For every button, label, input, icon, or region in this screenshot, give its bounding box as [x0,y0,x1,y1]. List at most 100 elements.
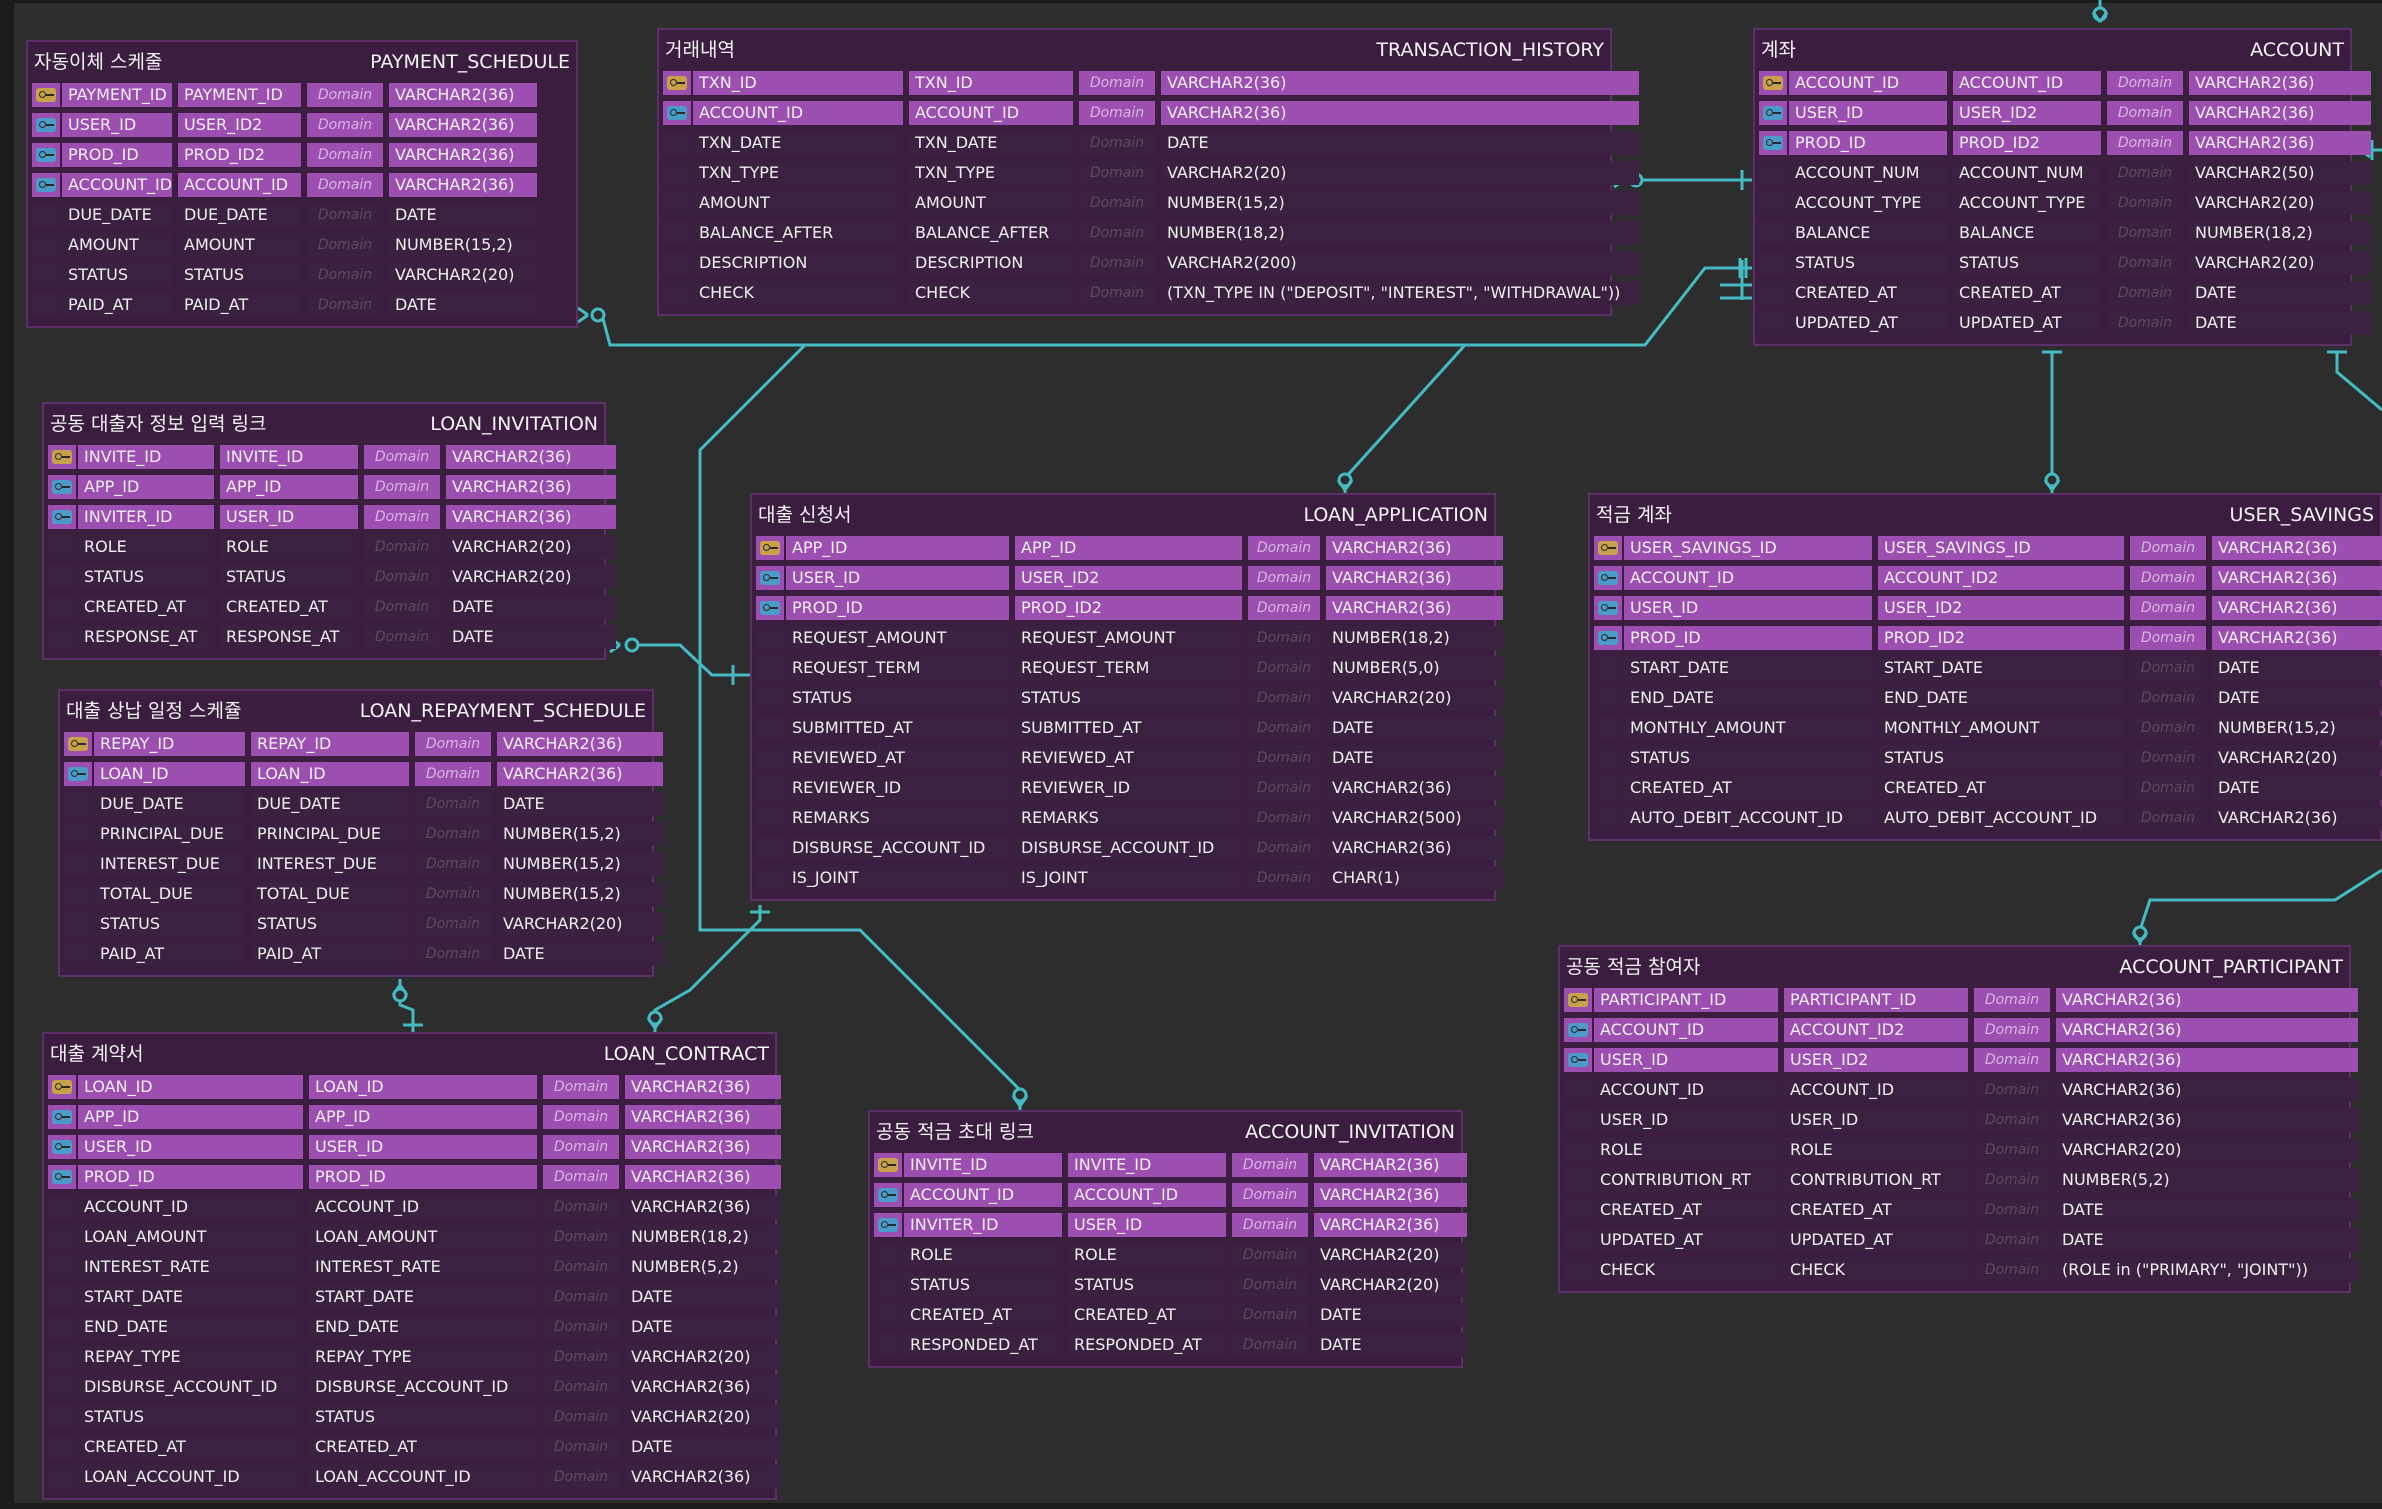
column-row[interactable]: PROD_ID PROD_ID2 Domain VARCHAR2(36) [1759,130,2371,156]
column-row[interactable]: IS_JOINT IS_JOINT Domain CHAR(1) [756,865,1503,891]
column-row[interactable]: DISBURSE_ACCOUNT_ID DISBURSE_ACCOUNT_ID Do… [48,1374,781,1400]
column-row[interactable]: DUE_DATE DUE_DATE Domain DATE [32,202,572,228]
column-row[interactable]: APP_ID APP_ID Domain VARCHAR2(36) [48,474,616,500]
entity-header[interactable]: 대출 신청서 LOAN_APPLICATION [752,495,1494,535]
column-row[interactable]: PROD_ID PROD_ID2 Domain VARCHAR2(36) [32,142,572,168]
column-row[interactable]: ACCOUNT_ID ACCOUNT_ID Domain VARCHAR2(36) [32,172,572,198]
column-row[interactable]: APP_ID APP_ID Domain VARCHAR2(36) [48,1104,781,1130]
entity-header[interactable]: 대출 계약서 LOAN_CONTRACT [44,1034,775,1074]
column-row[interactable]: DISBURSE_ACCOUNT_ID DISBURSE_ACCOUNT_ID Do… [756,835,1503,861]
column-row[interactable]: AUTO_DEBIT_ACCOUNT_ID AUTO_DEBIT_ACCOUNT_… [1594,805,2382,831]
column-row[interactable]: PAID_AT PAID_AT Domain DATE [32,292,572,318]
column-row[interactable]: INTEREST_RATE INTEREST_RATE Domain NUMBER(5… [48,1254,781,1280]
column-row[interactable]: ACCOUNT_ID ACCOUNT_ID Domain VARCHAR2(36) [663,100,1639,126]
column-row[interactable]: CREATED_AT CREATED_AT Domain DATE [874,1302,1467,1328]
column-row[interactable]: REQUEST_AMOUNT REQUEST_AMOUNT Domain NUMBER… [756,625,1503,651]
column-row[interactable]: INVITER_ID USER_ID Domain VARCHAR2(36) [48,504,616,530]
entity-header[interactable]: 거래내역 TRANSACTION_HISTORY [659,30,1610,70]
column-row[interactable]: STATUS STATUS Domain VARCHAR2(20) [64,911,663,937]
column-row[interactable]: PARTICIPANT_ID PARTICIPANT_ID Domain VARCHA… [1564,987,2358,1013]
column-row[interactable]: RESPONDED_AT RESPONDED_AT Domain DATE [874,1332,1467,1358]
column-row[interactable]: LOAN_AMOUNT LOAN_AMOUNT Domain NUMBER(18,2) [48,1224,781,1250]
column-row[interactable]: PROD_ID PROD_ID2 Domain VARCHAR2(36) [756,595,1503,621]
column-row[interactable]: ACCOUNT_ID ACCOUNT_ID Domain VARCHAR2(36) [874,1182,1467,1208]
column-row[interactable]: PROD_ID PROD_ID2 Domain VARCHAR2(36) [1594,625,2382,651]
column-row[interactable]: STATUS STATUS Domain VARCHAR2(20) [874,1272,1467,1298]
column-row[interactable]: PROD_ID PROD_ID Domain VARCHAR2(36) [48,1164,781,1190]
column-row[interactable]: STATUS STATUS Domain VARCHAR2(20) [1759,250,2371,276]
column-row[interactable]: START_DATE START_DATE Domain DATE [48,1284,781,1310]
column-row[interactable]: AMOUNT AMOUNT Domain NUMBER(15,2) [663,190,1639,216]
column-row[interactable]: TXN_DATE TXN_DATE Domain DATE [663,130,1639,156]
entity-account-invitation[interactable]: 공동 적금 초대 링크 ACCOUNT_INVITATION INVITE_ID IN… [868,1110,1467,1368]
column-row[interactable]: CREATED_AT CREATED_AT Domain DATE [1564,1197,2358,1223]
column-row[interactable]: ROLE ROLE Domain VARCHAR2(20) [1564,1137,2358,1163]
column-row[interactable]: REVIEWED_AT REVIEWED_AT Domain DATE [756,745,1503,771]
column-row[interactable]: USER_ID USER_ID2 Domain VARCHAR2(36) [1594,595,2382,621]
column-row[interactable]: STATUS STATUS Domain VARCHAR2(20) [48,1404,781,1430]
column-row[interactable]: CREATED_AT CREATED_AT Domain DATE [48,594,616,620]
column-row[interactable]: PAYMENT_ID PAYMENT_ID Domain VARCHAR2(36) [32,82,572,108]
column-row[interactable]: INVITER_ID USER_ID Domain VARCHAR2(36) [874,1212,1467,1238]
column-row[interactable]: USER_ID USER_ID2 Domain VARCHAR2(36) [1564,1047,2358,1073]
column-row[interactable]: ACCOUNT_ID ACCOUNT_ID2 Domain VARCHAR2(36) [1564,1017,2358,1043]
column-row[interactable]: ACCOUNT_TYPE ACCOUNT_TYPE Domain VARCHAR2(2… [1759,190,2371,216]
entity-account[interactable]: 계좌 ACCOUNT ACCOUNT_ID ACCOUNT_ID Domain VARCH… [1753,28,2371,346]
column-row[interactable]: ACCOUNT_NUM ACCOUNT_NUM Domain VARCHAR2(50) [1759,160,2371,186]
column-row[interactable]: CHECK CHECK Domain (ROLE in ("PRIMARY", "JO… [1564,1257,2358,1283]
column-row[interactable]: PRINCIPAL_DUE PRINCIPAL_DUE Domain NUMBER(1… [64,821,663,847]
column-row[interactable]: USER_ID USER_ID2 Domain VARCHAR2(36) [756,565,1503,591]
column-row[interactable]: AMOUNT AMOUNT Domain NUMBER(15,2) [32,232,572,258]
entity-loan-contract[interactable]: 대출 계약서 LOAN_CONTRACT LOAN_ID LOAN_ID Domain V… [42,1032,781,1500]
entity-header[interactable]: 공동 적금 초대 링크 ACCOUNT_INVITATION [870,1112,1461,1152]
column-row[interactable]: REVIEWER_ID REVIEWER_ID Domain VARCHAR2(36) [756,775,1503,801]
column-row[interactable]: UPDATED_AT UPDATED_AT Domain DATE [1564,1227,2358,1253]
entity-header[interactable]: 대출 상납 일정 스케쥴 LOAN_REPAYMENT_SCHEDULE [60,691,652,731]
column-row[interactable]: REQUEST_TERM REQUEST_TERM Domain NUMBER(5,0… [756,655,1503,681]
entity-user-savings[interactable]: 적금 계좌 USER_SAVINGS USER_SAVINGS_ID USER_SAV… [1588,493,2382,841]
column-row[interactable]: END_DATE END_DATE Domain DATE [48,1314,781,1340]
column-row[interactable]: CHECK CHECK Domain (TXN_TYPE IN ("DEPOSIT",… [663,280,1639,306]
entity-account-participant[interactable]: 공동 적금 참여자 ACCOUNT_PARTICIPANT PARTICIPANT_… [1558,945,2358,1293]
column-row[interactable]: LOAN_ID LOAN_ID Domain VARCHAR2(36) [64,761,663,787]
column-row[interactable]: INVITE_ID INVITE_ID Domain VARCHAR2(36) [874,1152,1467,1178]
column-row[interactable]: ACCOUNT_ID ACCOUNT_ID2 Domain VARCHAR2(36) [1594,565,2382,591]
column-row[interactable]: RESPONSE_AT RESPONSE_AT Domain DATE [48,624,616,650]
entity-loan-repayment-schedule[interactable]: 대출 상납 일정 스케쥴 LOAN_REPAYMENT_SCHEDULE REPAY… [58,689,663,977]
column-row[interactable]: TXN_TYPE TXN_TYPE Domain VARCHAR2(20) [663,160,1639,186]
column-row[interactable]: TOTAL_DUE TOTAL_DUE Domain NUMBER(15,2) [64,881,663,907]
column-row[interactable]: MONTHLY_AMOUNT MONTHLY_AMOUNT Domain NUMBER… [1594,715,2382,741]
entity-transaction-history[interactable]: 거래내역 TRANSACTION_HISTORY TXN_ID TXN_ID Domai… [657,28,1639,316]
column-row[interactable]: CREATED_AT CREATED_AT Domain DATE [1594,775,2382,801]
column-row[interactable]: ACCOUNT_ID ACCOUNT_ID Domain VARCHAR2(36) [1759,70,2371,96]
column-row[interactable]: UPDATED_AT UPDATED_AT Domain DATE [1759,310,2371,336]
column-row[interactable]: END_DATE END_DATE Domain DATE [1594,685,2382,711]
entity-payment-schedule[interactable]: 자동이체 스케줄 PAYMENT_SCHEDULE PAYMENT_ID PAYMEN… [26,40,578,328]
column-row[interactable]: INVITE_ID INVITE_ID Domain VARCHAR2(36) [48,444,616,470]
column-row[interactable]: CREATED_AT CREATED_AT Domain DATE [48,1434,781,1460]
column-row[interactable]: REMARKS REMARKS Domain VARCHAR2(500) [756,805,1503,831]
entity-header[interactable]: 공동 대출자 정보 입력 링크 LOAN_INVITATION [44,404,604,444]
entity-header[interactable]: 적금 계좌 USER_SAVINGS [1590,495,2380,535]
column-row[interactable]: USER_ID USER_ID2 Domain VARCHAR2(36) [1759,100,2371,126]
column-row[interactable]: DUE_DATE DUE_DATE Domain DATE [64,791,663,817]
column-row[interactable]: USER_ID USER_ID Domain VARCHAR2(36) [48,1134,781,1160]
erd-canvas[interactable]: 자동이체 스케줄 PAYMENT_SCHEDULE PAYMENT_ID PAYMEN… [0,0,2382,1509]
column-row[interactable]: STATUS STATUS Domain VARCHAR2(20) [1594,745,2382,771]
column-row[interactable]: STATUS STATUS Domain VARCHAR2(20) [756,685,1503,711]
column-row[interactable]: REPAY_ID REPAY_ID Domain VARCHAR2(36) [64,731,663,757]
column-row[interactable]: CONTRIBUTION_RT CONTRIBUTION_RT Domain NUMB… [1564,1167,2358,1193]
column-row[interactable]: ACCOUNT_ID ACCOUNT_ID Domain VARCHAR2(36) [1564,1077,2358,1103]
column-row[interactable]: ROLE ROLE Domain VARCHAR2(20) [874,1242,1467,1268]
column-row[interactable]: SUBMITTED_AT SUBMITTED_AT Domain DATE [756,715,1503,741]
entity-loan-invitation[interactable]: 공동 대출자 정보 입력 링크 LOAN_INVITATION INVITE_ID I… [42,402,616,660]
column-row[interactable]: STATUS STATUS Domain VARCHAR2(20) [48,564,616,590]
column-row[interactable]: LOAN_ACCOUNT_ID LOAN_ACCOUNT_ID Domain VARC… [48,1464,781,1490]
column-row[interactable]: INTEREST_DUE INTEREST_DUE Domain NUMBER(15,… [64,851,663,877]
column-row[interactable]: CREATED_AT CREATED_AT Domain DATE [1759,280,2371,306]
column-row[interactable]: USER_ID USER_ID Domain VARCHAR2(36) [1564,1107,2358,1133]
column-row[interactable]: ROLE ROLE Domain VARCHAR2(20) [48,534,616,560]
column-row[interactable]: BALANCE BALANCE Domain NUMBER(18,2) [1759,220,2371,246]
column-row[interactable]: USER_ID USER_ID2 Domain VARCHAR2(36) [32,112,572,138]
column-row[interactable]: START_DATE START_DATE Domain DATE [1594,655,2382,681]
